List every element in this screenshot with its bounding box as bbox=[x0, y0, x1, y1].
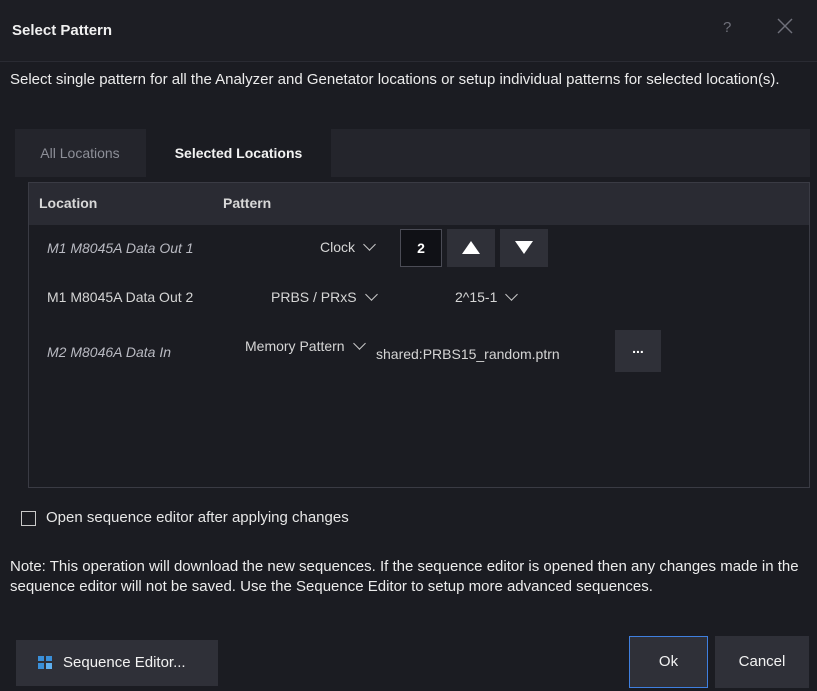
arrow-down-icon bbox=[515, 241, 533, 254]
prbs-polynomial-value: 2^15-1 bbox=[455, 289, 498, 305]
browse-button[interactable]: ... bbox=[615, 330, 661, 372]
cancel-button[interactable]: Cancel bbox=[715, 636, 809, 688]
pattern-file-path: shared:PRBS15_random.ptrn bbox=[376, 346, 560, 362]
clock-divider-input[interactable]: 2 bbox=[400, 229, 442, 267]
location-label: M2 M8046A Data In bbox=[47, 344, 171, 360]
pattern-dropdown-value: PRBS / PRxS bbox=[271, 289, 357, 305]
dialog-description: Select single pattern for all the Analyz… bbox=[10, 71, 780, 88]
open-sequence-editor-label[interactable]: Open sequence editor after applying chan… bbox=[46, 509, 349, 526]
open-sequence-editor-checkbox[interactable] bbox=[21, 511, 36, 526]
sequence-editor-button[interactable]: Sequence Editor... bbox=[16, 640, 218, 686]
table-header: Location Pattern bbox=[29, 183, 809, 225]
dialog-title: Select Pattern bbox=[12, 22, 113, 39]
column-header-location: Location bbox=[39, 195, 98, 211]
location-label: M1 M8045A Data Out 1 bbox=[47, 240, 194, 256]
locations-table: Location Pattern M1 M8045A Data Out 1 Cl… bbox=[28, 182, 810, 488]
increment-button[interactable] bbox=[447, 229, 495, 267]
tab-strip: All Locations Selected Locations bbox=[15, 129, 810, 177]
chevron-down-icon bbox=[364, 288, 378, 301]
help-button[interactable]: ? bbox=[723, 19, 731, 36]
arrow-up-icon bbox=[462, 241, 480, 254]
pattern-dropdown-value: Memory Pattern bbox=[245, 338, 345, 354]
note-text: Note: This operation will download the n… bbox=[10, 558, 799, 595]
pattern-dropdown[interactable]: Clock bbox=[320, 238, 376, 255]
pattern-dropdown-value: Clock bbox=[320, 239, 356, 255]
pattern-dropdown[interactable]: PRBS / PRxS bbox=[271, 288, 378, 305]
location-label: M1 M8045A Data Out 2 bbox=[47, 289, 194, 305]
chevron-down-icon bbox=[363, 238, 376, 251]
tab-selected-locations[interactable]: Selected Locations bbox=[146, 129, 331, 177]
chevron-down-icon bbox=[352, 337, 366, 350]
ok-button[interactable]: Ok bbox=[629, 636, 708, 688]
chevron-down-icon bbox=[505, 288, 519, 301]
close-icon[interactable] bbox=[776, 17, 794, 35]
tab-all-locations[interactable]: All Locations bbox=[15, 129, 145, 177]
sequence-editor-label: Sequence Editor... bbox=[63, 654, 186, 671]
prbs-polynomial-dropdown[interactable]: 2^15-1 bbox=[455, 288, 519, 305]
column-header-pattern: Pattern bbox=[223, 195, 272, 211]
title-bar: Select Pattern ? bbox=[0, 0, 817, 62]
sequence-editor-icon bbox=[38, 656, 52, 669]
decrement-button[interactable] bbox=[500, 229, 548, 267]
pattern-dropdown[interactable]: Memory Pattern bbox=[245, 337, 366, 354]
